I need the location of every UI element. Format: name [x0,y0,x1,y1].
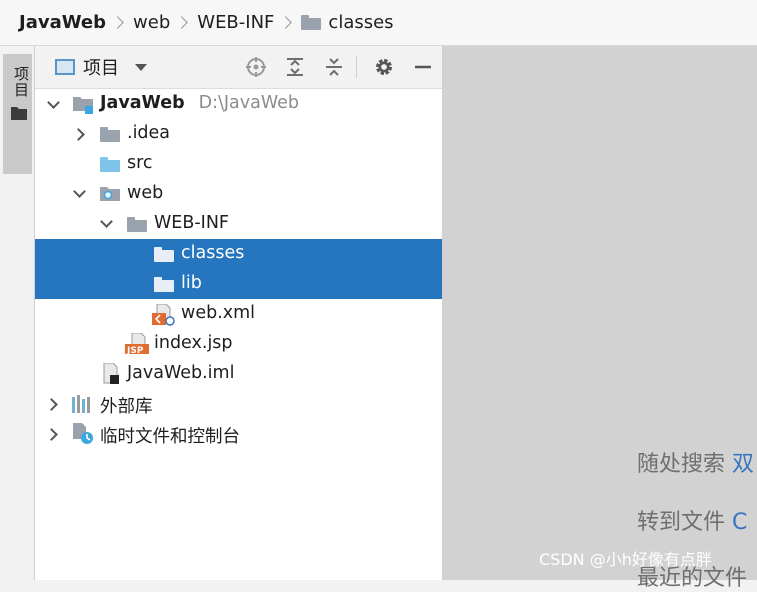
tree-item-idea[interactable]: .idea [35,119,442,149]
source-folder-icon [100,157,127,177]
chevron-right-icon[interactable] [72,128,85,141]
tool-window-strip: 项目 [0,46,35,580]
tree-item-external-libraries[interactable]: 外部库 [35,389,442,419]
tree-item-idea-label: .idea [127,123,171,143]
hint-goto-label: 转到文件 [637,510,726,535]
tree-item-index-jsp[interactable]: JSP index.jsp [35,329,442,359]
panel-title[interactable]: 项目 [83,54,119,80]
breadcrumb-item-web[interactable]: web [133,12,170,33]
svg-text:JSP: JSP [126,346,144,355]
collapse-all-icon[interactable] [323,56,345,78]
tree-item-scratches[interactable]: 临时文件和控制台 [35,419,442,449]
tree-item-web-inf[interactable]: WEB-INF [35,209,442,239]
folder-icon [301,15,322,30]
iml-file-icon [101,362,123,390]
chevron-down-icon[interactable] [135,63,147,71]
breadcrumb-item-classes-label: classes [328,12,394,33]
hint-search-label: 随处搜索 [637,452,726,477]
chevron-down-icon[interactable] [100,215,113,228]
gear-icon[interactable] [373,56,395,78]
tree-item-root[interactable]: JavaWeb D:\JavaWeb [35,89,442,119]
tree-item-lib[interactable]: lib [35,269,442,299]
folder-icon [11,107,27,120]
folder-icon [100,127,127,147]
editor-empty-area: 随处搜索 双 转到文件 C 最近的文件 CSDN @小h好像有点胖 [443,46,757,591]
folder-icon [154,277,181,297]
tree-item-src-label: src [127,153,153,173]
web-folder-icon [100,186,120,207]
hint-goto-file: 转到文件 C [637,504,747,536]
breadcrumb-item-web-inf[interactable]: WEB-INF [197,12,274,33]
chevron-down-icon[interactable] [47,96,60,109]
root-path: D:\JavaWeb [198,93,300,113]
module-folder-icon [73,96,95,119]
tree-item-index-jsp-label: index.jsp [154,333,233,353]
project-tool-tab-label: 项目 [12,66,30,98]
tree-item-lib-label: lib [181,273,202,293]
chevron-right-icon[interactable] [45,398,58,411]
breadcrumb: JavaWeb web WEB-INF classes [0,0,757,46]
hint-search-key: 双 [732,452,755,477]
chevron-right-icon [111,16,124,29]
locate-icon[interactable] [245,56,267,78]
tree-item-external-libraries-label: 外部库 [100,397,153,417]
tree-item-classes-label: classes [181,243,245,263]
jsp-file-icon: JSP [125,332,151,360]
scratch-icon [72,423,94,450]
watermark: CSDN @小h好像有点胖 [539,550,712,569]
library-icon [72,395,94,418]
folder-icon [127,217,154,237]
tree-item-scratches-label: 临时文件和控制台 [100,427,240,447]
chevron-right-icon [175,16,189,29]
breadcrumb-item-classes[interactable]: classes [301,12,394,33]
chevron-down-icon[interactable] [73,185,86,198]
expand-all-icon[interactable] [284,56,306,78]
tree-item-web-xml-label: web.xml [181,303,256,323]
tree-item-iml-label: JavaWeb.iml [127,363,235,383]
tree-item-classes-row[interactable]: classes [35,239,442,269]
project-panel-header: 项目 [35,46,442,89]
tree-item-web-inf-label: WEB-INF [154,213,229,233]
tree-item-web[interactable]: web [35,179,442,209]
root-name: JavaWeb [100,93,185,113]
hint-search-everywhere: 随处搜索 双 [637,446,754,478]
chevron-right-icon [279,16,293,29]
project-view-icon [55,59,75,75]
tree-item-web-xml[interactable]: web.xml [35,299,442,329]
tree-item-root-label: JavaWeb D:\JavaWeb [100,93,299,113]
minimize-icon[interactable] [412,56,434,78]
xml-file-icon [152,303,176,331]
chevron-right-icon[interactable] [45,428,58,441]
tree-item-src[interactable]: src [35,149,442,179]
hint-goto-key: C [732,510,748,535]
project-tool-tab[interactable]: 项目 [3,54,32,174]
header-divider [356,56,357,78]
tree-item-iml[interactable]: JavaWeb.iml [35,359,442,389]
breadcrumb-item-javaweb[interactable]: JavaWeb [19,12,106,33]
folder-icon [154,247,181,267]
tree-item-web-label: web [127,183,164,203]
project-panel: 项目 JavaWeb D:\JavaWeb .idea src web WEB-… [35,46,443,580]
